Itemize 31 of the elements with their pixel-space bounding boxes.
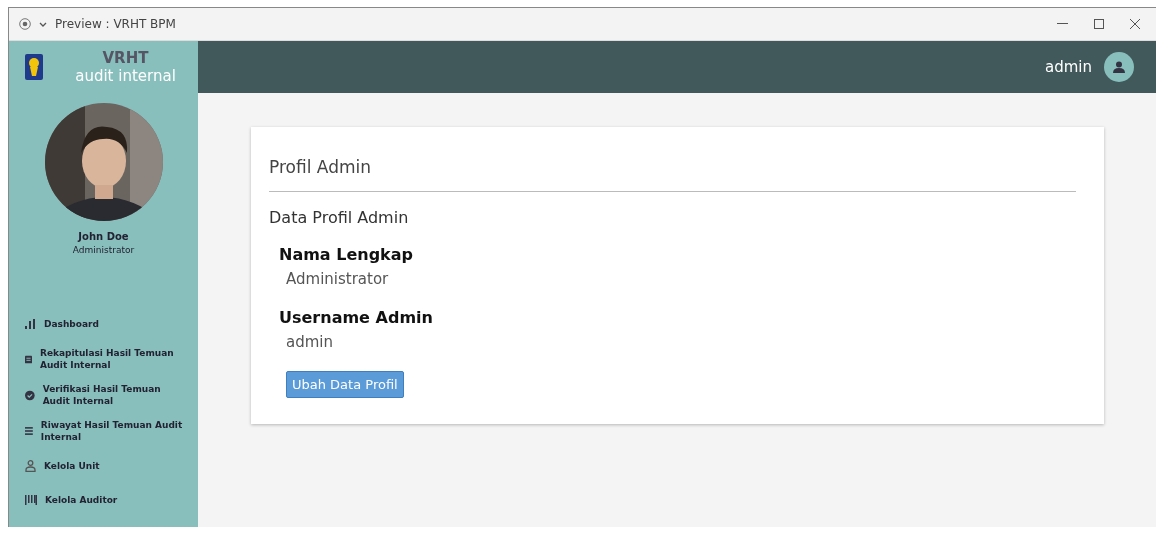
field-value: Administrator [286,270,390,288]
card-subtitle: Data Profil Admin [269,208,410,227]
user-name[interactable]: admin [1045,58,1092,76]
minimize-icon[interactable] [1057,23,1068,25]
brand-subtitle: audit internal [75,67,176,85]
nav-item[interactable]: Rekapitulasi Hasil Temuan Audit Internal [9,341,201,377]
nav-item[interactable]: Dashboard [9,307,201,341]
avatar-icon[interactable] [1104,52,1134,82]
barcode-icon [25,495,37,505]
card-title: Profil Admin [269,156,372,179]
bar-chart-icon [25,319,36,329]
window-title: Preview : VRHT BPM [55,17,176,31]
check-circle-icon [25,388,35,402]
nav-item[interactable]: Riwayat Hasil Temuan Audit Internal [9,413,201,449]
record-icon[interactable] [19,18,31,30]
user-name: John Doe [78,231,129,242]
chevron-down-icon[interactable] [39,21,47,27]
user-role: Administrator [72,245,135,255]
document-icon [25,353,32,365]
nav-item[interactable]: Verifikasi Hasil Temuan Audit Internal [9,377,201,413]
field-value: admin [286,333,334,351]
brand-title: VRHT [102,49,149,67]
nav-item[interactable]: Kelola Unit [9,449,201,483]
user-icon [25,460,36,472]
field-label: Nama Lengkap [279,245,414,264]
close-icon[interactable] [1130,19,1140,29]
nav-item[interactable]: Kelola Auditor [9,483,201,517]
menu-icon [25,426,33,436]
maximize-icon[interactable] [1094,19,1104,29]
field-label: Username Admin [279,308,434,327]
shield-logo-icon [25,54,43,80]
